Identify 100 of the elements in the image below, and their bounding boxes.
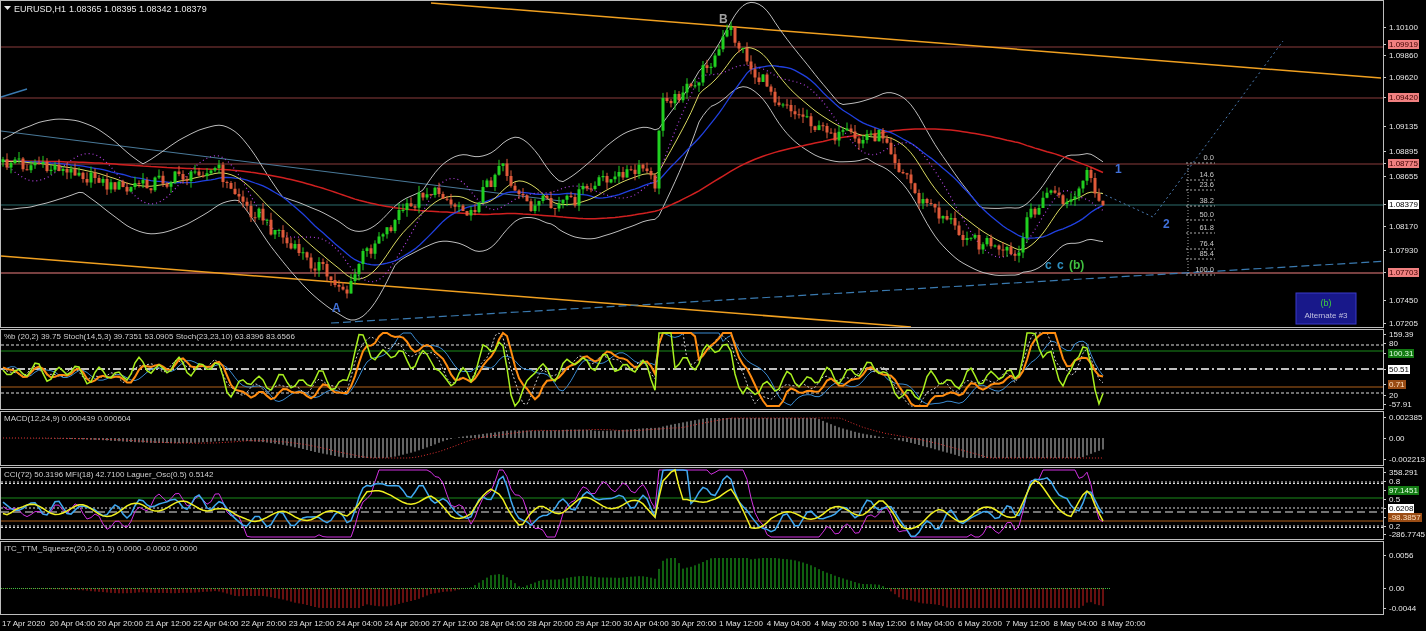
axis-label: 0.002385 xyxy=(1388,412,1424,422)
axis-label: -286.7745 xyxy=(1388,529,1426,539)
axis-tick xyxy=(1384,204,1386,205)
axis-label: 0.0056 xyxy=(1388,550,1415,560)
wave-label: (b) xyxy=(1320,298,1332,308)
axis-tick xyxy=(1384,55,1386,56)
axis-tick xyxy=(1384,608,1386,609)
time-label: 4 May 20:00 xyxy=(814,619,860,628)
axis-label: 1.08655 xyxy=(1388,171,1419,181)
trend-line xyxy=(1,88,28,98)
axis-label: -57.91 xyxy=(1388,399,1413,409)
time-label: 17 Apr 2020 xyxy=(2,619,47,628)
axis-label: 1.09135 xyxy=(1388,121,1419,131)
time-label: 24 Apr 04:00 xyxy=(336,619,383,628)
symbol-label: EURUSD,H1 xyxy=(14,4,66,14)
price-tag: 97.1451 xyxy=(1388,485,1419,495)
wave-label: 1 xyxy=(1115,162,1122,176)
time-label: 21 Apr 12:00 xyxy=(145,619,192,628)
axis-tick xyxy=(1384,97,1386,98)
wave-label: B xyxy=(719,12,728,26)
axis-label: 80 xyxy=(1388,338,1399,348)
axis-label: 20 xyxy=(1388,390,1399,400)
time-label: 5 May 12:00 xyxy=(862,619,908,628)
axis-label: 1.08895 xyxy=(1388,146,1419,156)
axis-tick xyxy=(1384,226,1386,227)
time-label: 27 Apr 12:00 xyxy=(432,619,479,628)
indicator-title: ITC_TTM_Squeeze(20,2.0,1.5) 0.0000 -0.0002 0.0000 xyxy=(4,544,198,553)
axis-label: 1.08170 xyxy=(1388,221,1419,231)
axis-label: -0.002213 xyxy=(1388,454,1426,464)
price-tag: -98.3857 xyxy=(1388,512,1422,522)
axis-tick xyxy=(1384,334,1386,335)
axis-tick xyxy=(1384,343,1386,344)
axis-tick xyxy=(1384,300,1386,301)
axis-tick xyxy=(1384,27,1386,28)
axis-tick xyxy=(1384,459,1386,460)
wave-label: c xyxy=(1057,258,1064,272)
axis-label: 0.2 xyxy=(1388,521,1402,531)
time-label: 29 Apr 12:00 xyxy=(575,619,622,628)
axis-tick xyxy=(1384,534,1386,535)
price-tag: 50.51 xyxy=(1388,364,1411,374)
axis-tick xyxy=(1384,77,1386,78)
axis-tick xyxy=(1384,126,1386,127)
axis-tick xyxy=(1384,555,1386,556)
axis-tick xyxy=(1384,44,1386,45)
time-label: 24 Apr 20:00 xyxy=(384,619,431,628)
axis-tick xyxy=(1384,588,1386,589)
ohlc-values: 1.08365 1.08395 1.08342 1.08379 xyxy=(69,4,207,14)
time-label: 1 May 12:00 xyxy=(718,619,764,628)
time-label: 8 May 04:00 xyxy=(1053,619,1099,628)
axis-label: 358.291 xyxy=(1388,467,1419,477)
axis-tick xyxy=(1384,472,1386,473)
axis-label: 1.09860 xyxy=(1388,50,1419,60)
time-label: 7 May 12:00 xyxy=(1005,619,1051,628)
price-tag: 1.07703 xyxy=(1388,267,1419,277)
price-tag: 0.6208 xyxy=(1388,503,1415,513)
axis-tick xyxy=(1384,384,1386,385)
axis-label: 0.00 xyxy=(1388,583,1406,593)
price-tag: 100.31 xyxy=(1388,348,1415,358)
axis-tick xyxy=(1384,438,1386,439)
axis-tick xyxy=(1384,176,1386,177)
wave-label: A xyxy=(332,301,341,315)
axis-label: 0.00 xyxy=(1388,433,1406,443)
time-label: 28 Apr 20:00 xyxy=(527,619,575,628)
axis-label: 1.09620 xyxy=(1388,72,1419,82)
time-label: 28 Apr 04:00 xyxy=(479,619,527,628)
indicator-title: MACD(12,24,9) 0.000439 0.000604 xyxy=(4,414,131,423)
alternate-caption: Alternate #3 xyxy=(1304,311,1348,320)
price-tag: 0.71 xyxy=(1388,379,1406,389)
time-label: 30 Apr 04:00 xyxy=(623,619,670,628)
time-label: 22 Apr 04:00 xyxy=(193,619,240,628)
price-tag: 1.08379 xyxy=(1388,199,1419,209)
wave-label: 2 xyxy=(1163,217,1170,231)
time-label: 8 May 20:00 xyxy=(1101,619,1147,628)
axis-tick xyxy=(1384,490,1386,491)
axis-tick xyxy=(1384,323,1386,324)
wave-label: (b) xyxy=(1069,258,1085,272)
time-label: 4 May 04:00 xyxy=(766,619,812,628)
price-tag: 1.08775 xyxy=(1388,158,1419,168)
time-label: 22 Apr 20:00 xyxy=(241,619,288,628)
axis-tick xyxy=(1384,163,1386,164)
axis-label: 0.5 xyxy=(1388,494,1402,504)
indicator-title: CCI(72) 50.3196 MFI(18) 42.7100 Laguer_Osc(0.5) 0.5142 xyxy=(4,470,214,479)
axis-tick xyxy=(1384,272,1386,273)
axis-tick xyxy=(1384,508,1386,509)
time-label: 20 Apr 20:00 xyxy=(97,619,144,628)
axis-label: 1.10100 xyxy=(1388,22,1419,32)
axis-tick xyxy=(1384,404,1386,405)
axis-tick xyxy=(1384,151,1386,152)
axis-label: -0.0044 xyxy=(1388,603,1418,613)
axis-tick xyxy=(1384,395,1386,396)
axis-tick xyxy=(1384,517,1386,518)
axis-tick xyxy=(1384,499,1386,500)
alternate-count-box xyxy=(1295,292,1357,325)
axis-label: 1.07930 xyxy=(1388,245,1419,255)
axis-tick xyxy=(1384,369,1386,370)
price-tag: 1.09919 xyxy=(1388,39,1419,49)
time-label: 6 May 20:00 xyxy=(957,619,1003,628)
axis-label: 0.8 xyxy=(1388,476,1402,486)
time-label: 6 May 04:00 xyxy=(910,619,956,628)
time-label: 20 Apr 04:00 xyxy=(49,619,97,628)
